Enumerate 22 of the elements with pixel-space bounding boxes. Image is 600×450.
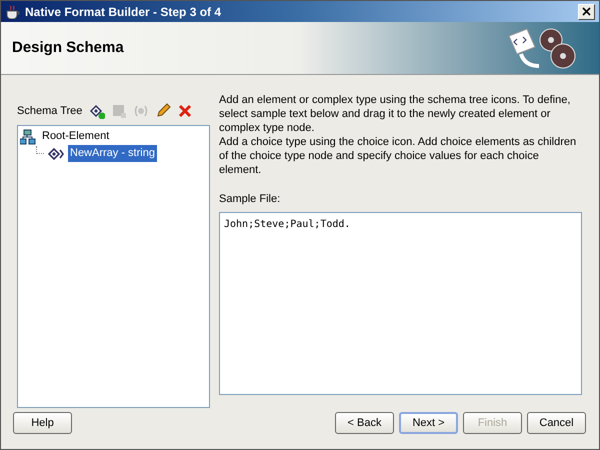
sample-text: John;Steve;Paul;Todd. <box>224 218 350 230</box>
close-icon <box>582 7 591 16</box>
sample-file-label: Sample File: <box>219 192 282 208</box>
pencil-icon[interactable] <box>155 103 172 120</box>
wizard-button[interactable]: < Back <box>335 412 394 434</box>
wizard-button[interactable]: Cancel <box>527 412 586 434</box>
sample-file-field[interactable]: John;Steve;Paul;Todd. <box>219 212 582 395</box>
wizard-button[interactable]: Help <box>13 412 72 434</box>
delete-icon[interactable] <box>177 103 194 120</box>
instruction-text: Add a choice type using the choice icon. Add choice elements as children of the choice type node and specify choice values for each choice element. <box>219 135 578 178</box>
element-icon <box>48 146 64 162</box>
wizard-button[interactable]: Next > <box>399 412 458 434</box>
schema-tree-label: Schema Tree <box>17 104 82 119</box>
close-button[interactable] <box>578 4 595 20</box>
tree-node[interactable]: NewArray - string <box>68 145 157 162</box>
hierarchy-icon <box>20 128 36 145</box>
cup-icon <box>5 4 21 19</box>
page-title: Design Schema <box>11 38 125 58</box>
tree-node[interactable]: Root-Element <box>40 128 112 145</box>
add-element-icon[interactable] <box>89 103 106 120</box>
window-title: Native Format Builder - Step 3 of 4 <box>25 4 222 21</box>
instruction-text: Add an element or complex type using the schema tree icons. To define, select sample text below and drag it to the newly created element or complex type node. <box>219 93 572 136</box>
